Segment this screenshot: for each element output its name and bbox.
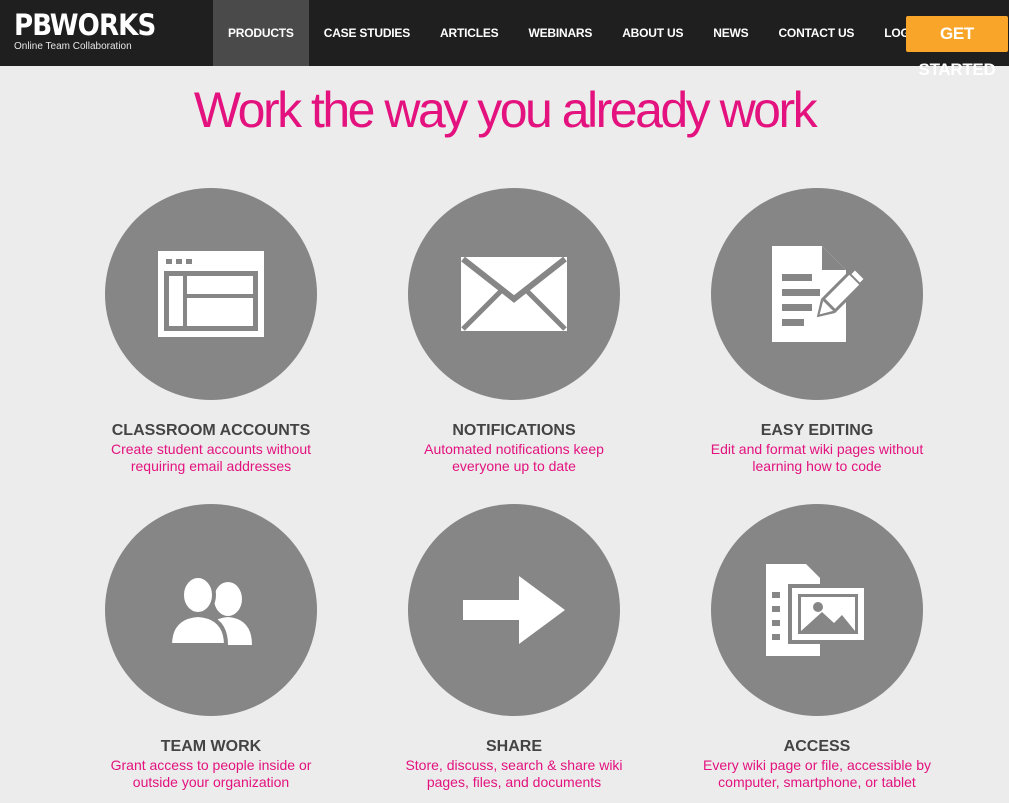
feature-title: CLASSROOM ACCOUNTS bbox=[111, 422, 311, 439]
feature-circle bbox=[711, 188, 923, 400]
feature-title: SHARE bbox=[485, 738, 542, 755]
hero-title: Work the way you already work bbox=[193, 82, 818, 138]
envelope-icon bbox=[461, 256, 567, 331]
feature-access: ACCESS Every wiki page or file, accessib… bbox=[667, 504, 967, 791]
feature-description: Store, discuss, search & share wiki page… bbox=[405, 757, 623, 790]
feature-description: Edit and format wiki pages without learn… bbox=[710, 441, 924, 474]
feature-description: Every wiki page or file, accessible by c… bbox=[703, 757, 931, 790]
feature-title: NOTIFICATIONS bbox=[452, 422, 576, 439]
feature-circle bbox=[105, 504, 317, 716]
feature-easy-editing: EASY EDITING Edit and format wiki pages … bbox=[667, 188, 967, 475]
feature-share: SHARE Store, discuss, search & share wik… bbox=[364, 504, 664, 791]
pbworks-logo[interactable]: PBWORKS Online Team Collaboration bbox=[14, 8, 171, 52]
feature-description: Automated notifications keep everyone up… bbox=[424, 441, 604, 474]
logo-tagline: Online Team Collaboration bbox=[14, 41, 132, 52]
nav-webinars[interactable]: WEBINARS bbox=[513, 0, 607, 66]
nav-case-studies[interactable]: CASE STUDIES bbox=[309, 0, 425, 66]
document-pencil-icon bbox=[772, 246, 870, 342]
top-navigation-bar: PBWORKS Online Team Collaboration PRODUC… bbox=[0, 0, 1009, 79]
feature-team-work: TEAM WORK Grant access to people inside … bbox=[61, 504, 361, 791]
media-files-icon bbox=[766, 564, 868, 656]
feature-title: EASY EDITING bbox=[760, 422, 874, 439]
feature-description: Create student accounts without requirin… bbox=[110, 441, 311, 474]
feature-circle bbox=[408, 188, 620, 400]
nav-about-us[interactable]: ABOUT US bbox=[607, 0, 698, 66]
people-icon bbox=[167, 575, 252, 645]
feature-notifications: NOTIFICATIONS Automated notifications ke… bbox=[364, 188, 664, 475]
feature-classroom-accounts: CLASSROOM ACCOUNTS Create student accoun… bbox=[61, 188, 361, 475]
nav-products[interactable]: PRODUCTS bbox=[213, 0, 309, 66]
feature-title: ACCESS bbox=[783, 738, 851, 755]
nav-news[interactable]: NEWS bbox=[698, 0, 763, 66]
feature-title: TEAM WORK bbox=[160, 738, 262, 755]
arrow-right-icon bbox=[463, 576, 565, 644]
nav-contact-us[interactable]: CONTACT US bbox=[763, 0, 869, 66]
feature-description: Grant access to people inside or outside… bbox=[110, 757, 312, 790]
feature-circle bbox=[105, 188, 317, 400]
nav-articles[interactable]: ARTICLES bbox=[425, 0, 513, 66]
get-started-button[interactable]: GET STARTED bbox=[906, 16, 1008, 79]
feature-circle bbox=[711, 504, 923, 716]
feature-circle bbox=[408, 504, 620, 716]
browser-window-icon bbox=[158, 251, 264, 337]
main-nav: PRODUCTS CASE STUDIES ARTICLES WEBINARS … bbox=[213, 0, 936, 66]
logo-wordmark: PBWORKS bbox=[14, 8, 156, 42]
